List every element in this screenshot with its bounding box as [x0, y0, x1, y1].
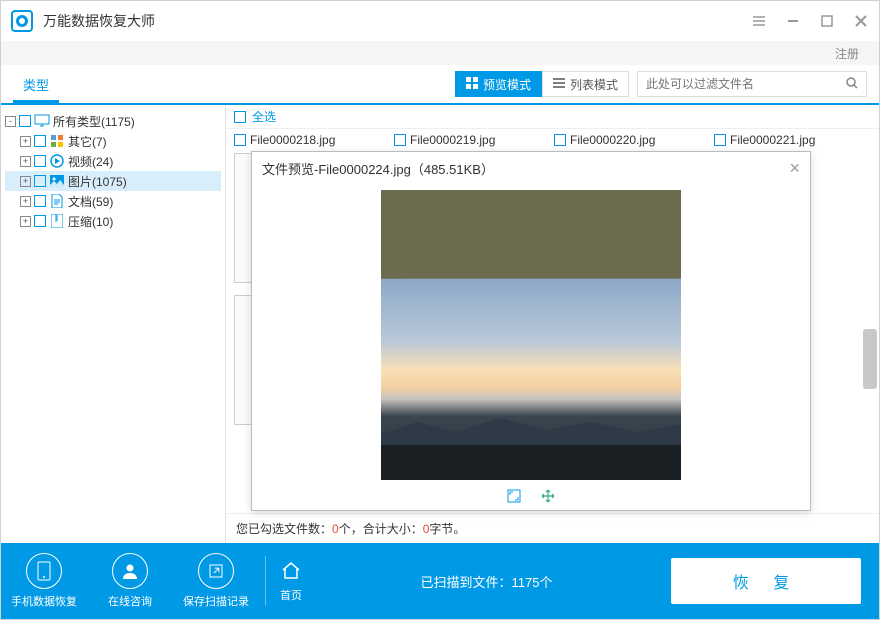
footer: 手机数据恢复 在线咨询 保存扫描记录 首页 已扫描到文件：1175个 恢 复 — [1, 543, 879, 619]
status-count: 0 — [332, 522, 339, 536]
expander-icon[interactable]: + — [20, 156, 31, 167]
select-all-link[interactable]: 全选 — [252, 108, 276, 125]
select-all-checkbox[interactable] — [234, 111, 246, 123]
document-icon — [49, 193, 65, 209]
tree-root-label: 所有类型(1175) — [53, 113, 135, 130]
other-icon — [49, 133, 65, 149]
file-item[interactable]: File0000221.jpg — [714, 133, 864, 147]
tree-image[interactable]: + 图片(1075) — [5, 171, 221, 191]
export-icon — [198, 553, 234, 589]
checkbox[interactable] — [234, 134, 246, 146]
file-name: File0000220.jpg — [570, 133, 655, 147]
status-size-suffix: 字节。 — [429, 522, 465, 536]
expander-icon[interactable]: + — [20, 176, 31, 187]
checkbox[interactable] — [34, 135, 46, 147]
close-icon[interactable]: × — [789, 158, 800, 179]
selection-status: 您已勾选文件数：0个，合计大小：0字节。 — [226, 513, 879, 543]
file-name: File0000221.jpg — [730, 133, 815, 147]
home-icon — [280, 559, 302, 584]
save-label: 保存扫描记录 — [183, 593, 249, 609]
scan-status: 已扫描到文件：1175个 — [302, 572, 671, 591]
titlebar: 万能数据恢复大师 — [1, 1, 879, 41]
checkbox[interactable] — [34, 175, 46, 187]
preview-mode-label: 预览模式 — [483, 76, 531, 93]
status-count-suffix: 个，合计大小： — [339, 522, 423, 536]
preview-title-text: 文件预览-File0000224.jpg（485.51KB） — [262, 159, 494, 178]
maximize-icon[interactable] — [819, 13, 835, 29]
tree-root[interactable]: - 所有类型(1175) — [5, 111, 221, 131]
tree-other-label: 其它(7) — [68, 133, 107, 150]
sidebar: - 所有类型(1175) + 其它(7) + 视频(24) + 图片(1075) — [1, 105, 226, 543]
expander-icon[interactable]: - — [5, 116, 16, 127]
toolbar: 类型 预览模式 列表模式 — [1, 65, 879, 105]
filter-input[interactable] — [637, 71, 867, 97]
app-title: 万能数据恢复大师 — [43, 11, 751, 31]
tree-image-label: 图片(1075) — [68, 173, 127, 190]
menu-icon[interactable] — [751, 13, 767, 29]
preview-modal: 文件预览-File0000224.jpg（485.51KB） × — [251, 151, 811, 511]
checkbox[interactable] — [714, 134, 726, 146]
app-logo — [11, 10, 33, 32]
recover-button[interactable]: 恢 复 — [671, 558, 861, 604]
video-icon — [49, 153, 65, 169]
list-icon — [553, 77, 565, 92]
file-name: File0000219.jpg — [410, 133, 495, 147]
phone-icon — [26, 553, 62, 589]
expander-icon[interactable]: + — [20, 196, 31, 207]
preview-toolbar — [252, 486, 810, 510]
checkbox[interactable] — [34, 195, 46, 207]
checkbox[interactable] — [554, 134, 566, 146]
tree-zip[interactable]: + 压缩(10) — [5, 211, 221, 231]
checkbox[interactable] — [19, 115, 31, 127]
online-label: 在线咨询 — [108, 593, 152, 609]
monitor-icon — [34, 113, 50, 129]
archive-icon — [49, 213, 65, 229]
preview-photo — [381, 190, 681, 480]
checkbox[interactable] — [34, 215, 46, 227]
register-row: 注册 — [1, 41, 879, 65]
scrollbar[interactable] — [863, 329, 877, 389]
home-label: 首页 — [280, 587, 302, 603]
phone-label: 手机数据恢复 — [11, 593, 77, 609]
minimize-icon[interactable] — [785, 13, 801, 29]
search-icon[interactable] — [845, 76, 859, 95]
file-item[interactable]: File0000218.jpg — [234, 133, 384, 147]
grid-icon — [466, 77, 478, 92]
checkbox[interactable] — [34, 155, 46, 167]
expander-icon[interactable]: + — [20, 216, 31, 227]
file-name: File0000218.jpg — [250, 133, 335, 147]
tab-type[interactable]: 类型 — [13, 69, 59, 103]
person-icon — [112, 553, 148, 589]
list-mode-button[interactable]: 列表模式 — [542, 71, 629, 97]
home-button[interactable]: 首页 — [280, 559, 302, 603]
online-consult-button[interactable]: 在线咨询 — [87, 543, 173, 619]
save-scan-button[interactable]: 保存扫描记录 — [173, 543, 259, 619]
preview-titlebar[interactable]: 文件预览-File0000224.jpg（485.51KB） × — [252, 152, 810, 184]
tree-doc-label: 文档(59) — [68, 193, 113, 210]
preview-mode-button[interactable]: 预览模式 — [455, 71, 542, 97]
tree-video[interactable]: + 视频(24) — [5, 151, 221, 171]
tree-zip-label: 压缩(10) — [68, 213, 113, 230]
list-mode-label: 列表模式 — [570, 76, 618, 93]
select-all-row: 全选 — [226, 105, 879, 129]
close-icon[interactable] — [853, 13, 869, 29]
expander-icon[interactable]: + — [20, 136, 31, 147]
move-icon[interactable] — [541, 489, 555, 508]
tree-doc[interactable]: + 文档(59) — [5, 191, 221, 211]
register-link[interactable]: 注册 — [835, 45, 859, 62]
preview-image-area — [252, 184, 810, 486]
divider — [265, 556, 266, 606]
status-prefix: 您已勾选文件数： — [236, 522, 332, 536]
fullscreen-icon[interactable] — [507, 489, 521, 508]
phone-recovery-button[interactable]: 手机数据恢复 — [1, 543, 87, 619]
file-item[interactable]: File0000219.jpg — [394, 133, 544, 147]
file-item[interactable]: File0000220.jpg — [554, 133, 704, 147]
tree-other[interactable]: + 其它(7) — [5, 131, 221, 151]
image-icon — [49, 173, 65, 189]
tree-video-label: 视频(24) — [68, 153, 113, 170]
checkbox[interactable] — [394, 134, 406, 146]
